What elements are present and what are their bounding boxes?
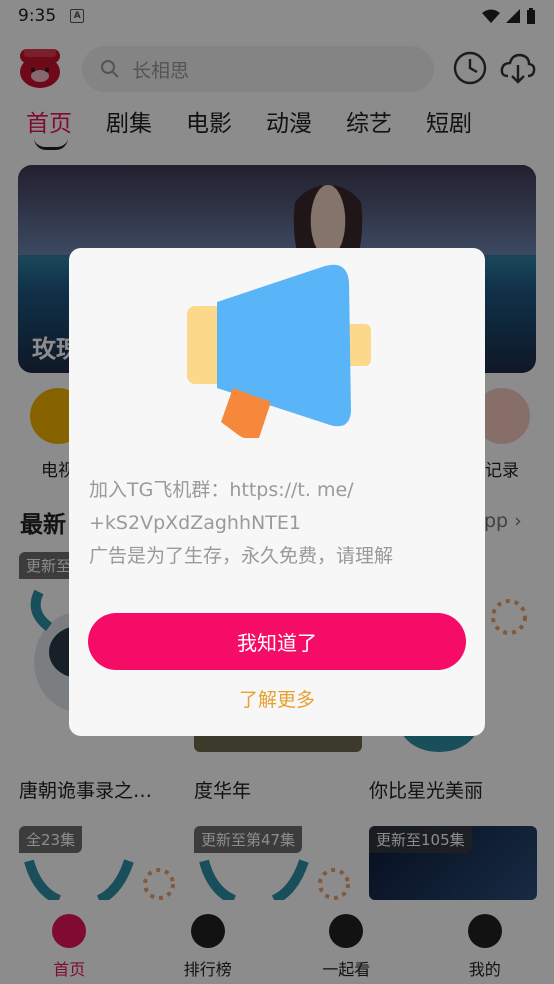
dialog-message-line: 加入TG飞机群：https://t. me/ — [89, 479, 354, 501]
announcement-dialog: 加入TG飞机群：https://t. me/ +kS2VpXdZaghhNTE1… — [69, 248, 485, 736]
got-it-button[interactable]: 我知道了 — [88, 613, 466, 670]
dialog-message-line: +kS2VpXdZaghhNTE1 — [89, 512, 301, 534]
dialog-message: 加入TG飞机群：https://t. me/ +kS2VpXdZaghhNTE1… — [89, 474, 469, 573]
dialog-message-line: 广告是为了生存，永久免费，请理解 — [89, 545, 394, 567]
learn-more-link[interactable]: 了解更多 — [69, 685, 485, 712]
megaphone-icon — [187, 264, 371, 438]
